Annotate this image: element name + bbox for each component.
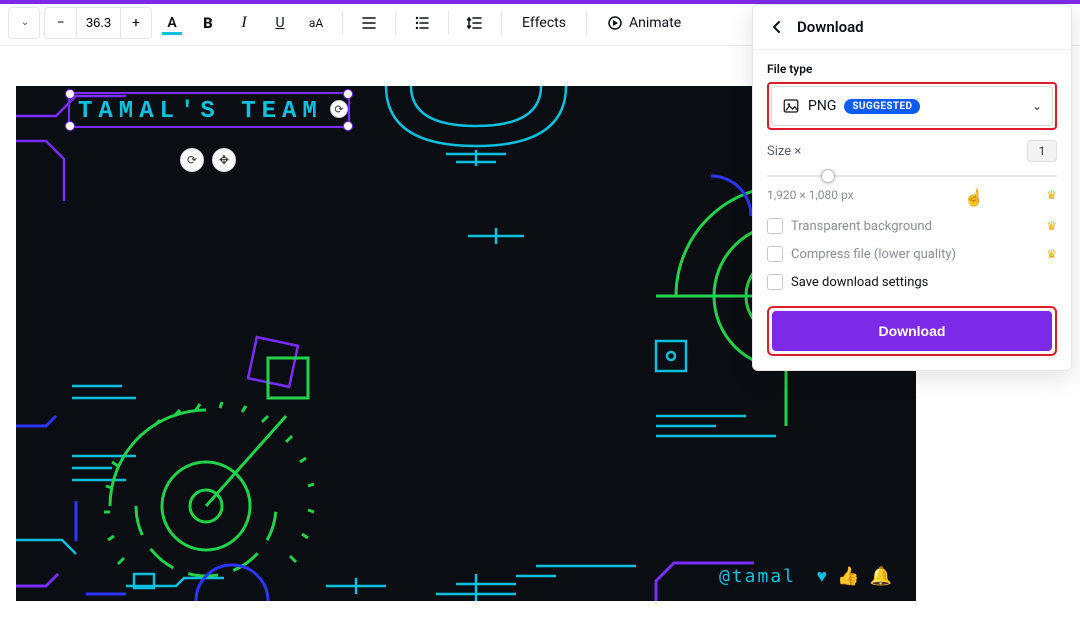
font-size-increase[interactable]: + xyxy=(120,7,152,39)
crown-icon: ♛ xyxy=(1046,247,1057,261)
font-size-input[interactable] xyxy=(76,7,120,39)
align-button[interactable] xyxy=(353,7,385,39)
resize-handle-ne[interactable] xyxy=(343,89,353,99)
transparent-bg-checkbox[interactable] xyxy=(767,218,783,234)
download-button[interactable]: Download xyxy=(772,311,1052,351)
underline-button[interactable]: U xyxy=(264,7,296,39)
highlight-download-button: Download xyxy=(767,306,1057,356)
effects-button[interactable]: Effects xyxy=(512,7,576,39)
list-button[interactable] xyxy=(406,7,438,39)
size-multiplier-input[interactable]: 1 xyxy=(1027,140,1057,162)
font-size-stepper: − + xyxy=(44,7,152,39)
design-handle-text[interactable]: @tamal xyxy=(719,566,796,587)
font-size-decrease[interactable]: − xyxy=(44,7,76,39)
back-button[interactable] xyxy=(767,17,787,37)
resize-handle-sw[interactable] xyxy=(65,121,75,131)
download-header: Download xyxy=(753,5,1071,50)
file-type-select[interactable]: PNG SUGGESTED ⌄ xyxy=(771,86,1053,126)
download-title: Download xyxy=(797,18,864,36)
design-title-text[interactable]: TAMAL'S TEAM xyxy=(78,98,323,125)
toolbar-separator xyxy=(501,11,502,35)
save-settings-checkbox[interactable] xyxy=(767,274,783,290)
font-picker-dropdown[interactable]: ⌄ xyxy=(8,7,40,39)
file-type-value: PNG xyxy=(808,98,836,114)
compress-label: Compress file (lower quality) xyxy=(791,247,956,262)
toolbar-separator xyxy=(395,11,396,35)
resize-handle-se[interactable] xyxy=(343,121,353,131)
image-icon xyxy=(782,97,800,115)
transparent-bg-label: Transparent background xyxy=(791,219,932,234)
highlight-file-type: PNG SUGGESTED ⌄ xyxy=(767,82,1057,130)
bell-icon: 🔔 xyxy=(870,566,892,587)
animate-label: Animate xyxy=(629,15,681,31)
element-float-controls: ⟳ ✥ xyxy=(180,148,236,172)
heart-icon: ♥ xyxy=(816,566,827,587)
animate-button[interactable]: Animate xyxy=(597,7,691,39)
toolbar-separator xyxy=(586,11,587,35)
dimensions-text: 1,920 × 1,080 px xyxy=(767,188,854,202)
resize-handle-nw[interactable] xyxy=(65,89,75,99)
file-type-label: File type xyxy=(767,62,1057,76)
compress-checkbox[interactable] xyxy=(767,246,783,262)
toolbar-separator xyxy=(448,11,449,35)
design-footer-icons: ♥ 👍 🔔 xyxy=(816,566,892,587)
text-color-button[interactable]: A xyxy=(156,7,188,39)
chevron-down-icon: ⌄ xyxy=(1032,99,1042,113)
spacing-button[interactable] xyxy=(459,7,491,39)
case-button[interactable]: aA xyxy=(300,7,332,39)
download-panel: Download File type PNG SUGGESTED ⌄ Size … xyxy=(752,4,1072,371)
save-settings-label: Save download settings xyxy=(791,275,928,290)
rotate-handle[interactable]: ⟳ xyxy=(330,100,348,118)
toolbar-separator xyxy=(342,11,343,35)
move-button[interactable]: ✥ xyxy=(212,148,236,172)
slider-thumb[interactable] xyxy=(821,169,835,183)
crown-icon: ♛ xyxy=(1046,188,1057,202)
thumbs-up-icon: 👍 xyxy=(837,566,859,587)
crown-icon: ♛ xyxy=(1046,219,1057,233)
size-slider[interactable] xyxy=(767,166,1057,186)
bold-button[interactable]: B xyxy=(192,7,224,39)
size-label: Size × xyxy=(767,144,801,159)
suggested-badge: SUGGESTED xyxy=(844,99,920,114)
sync-button[interactable]: ⟳ xyxy=(180,148,204,172)
italic-button[interactable]: I xyxy=(228,7,260,39)
